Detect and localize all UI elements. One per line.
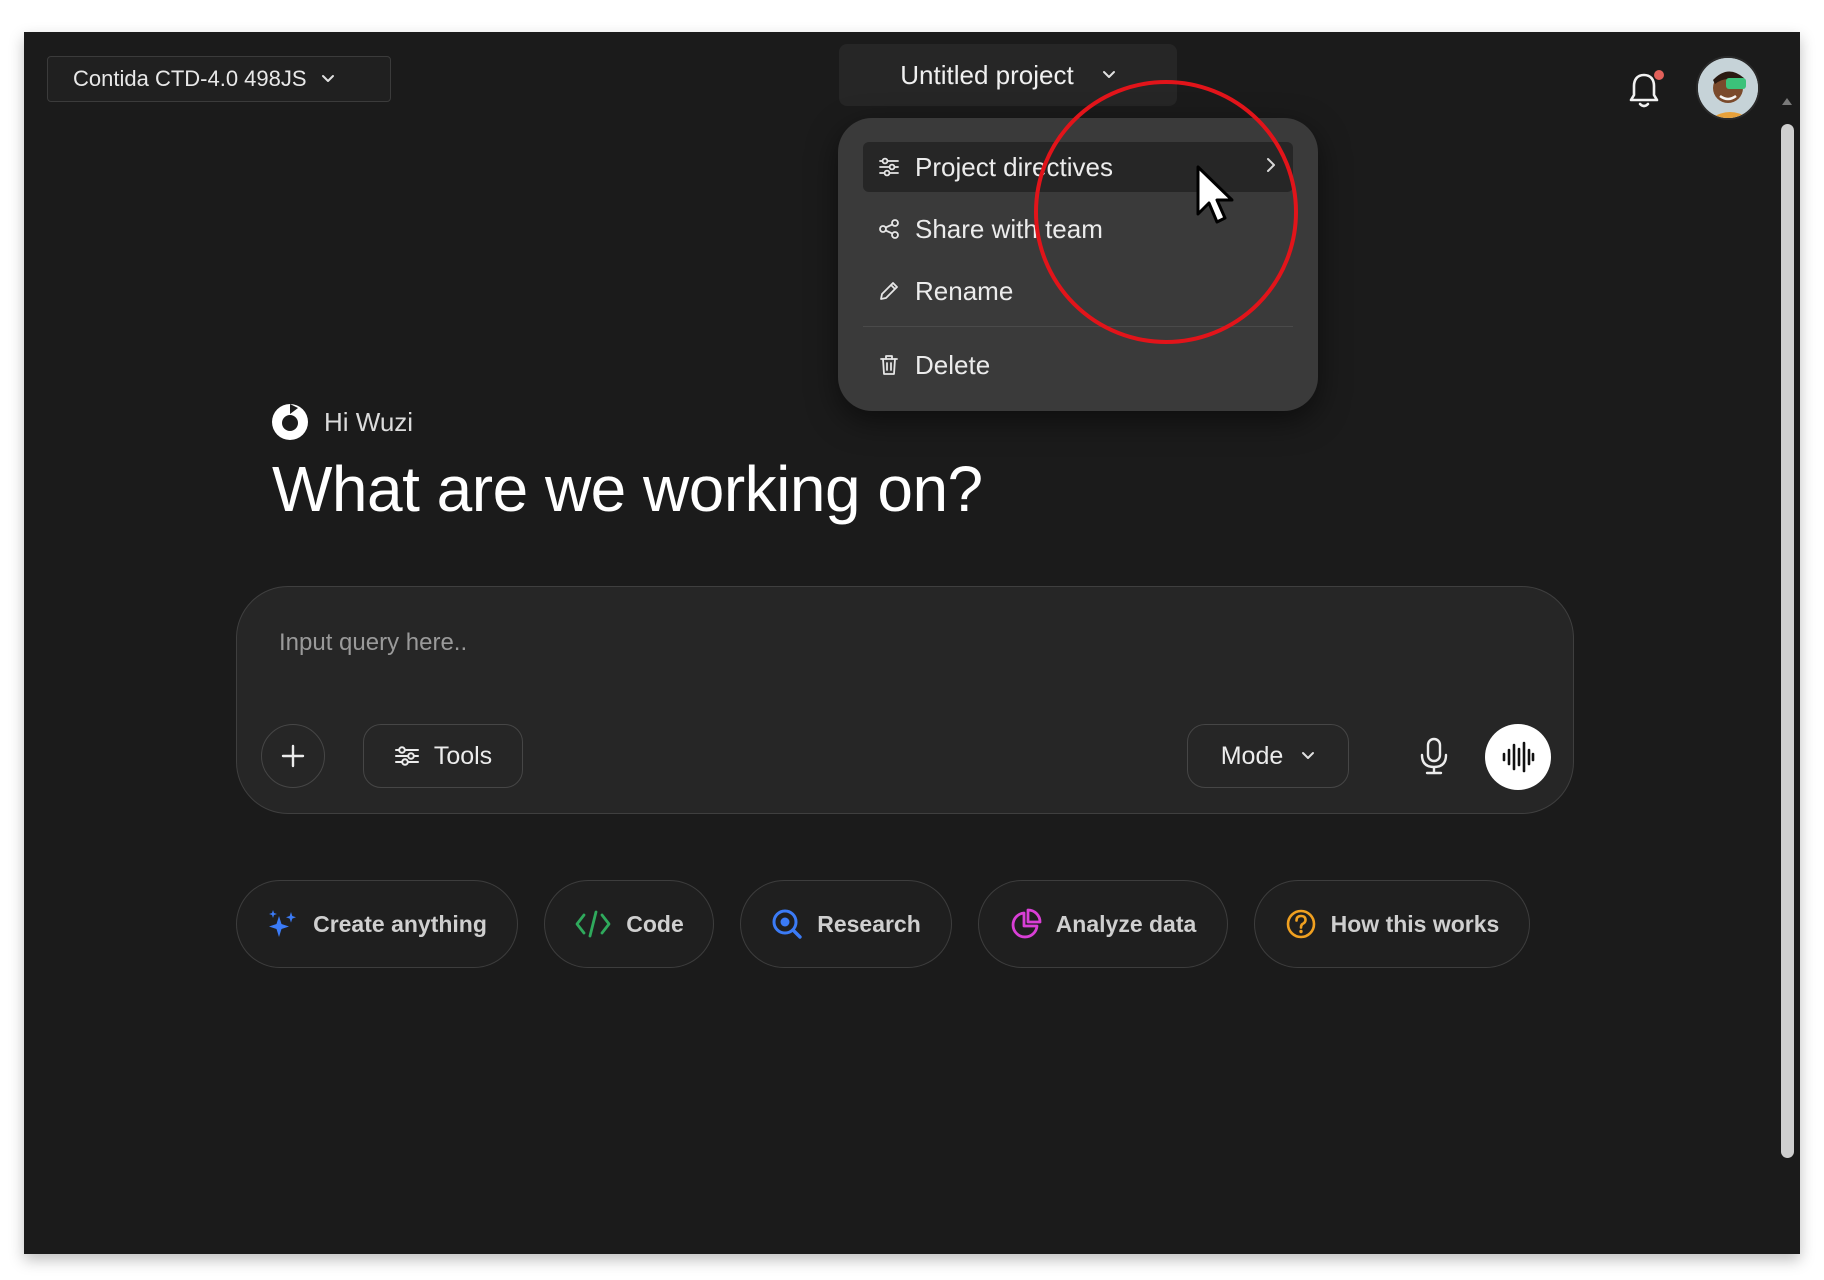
avatar[interactable] xyxy=(1696,56,1760,120)
greeting: Hi Wuzi xyxy=(270,402,413,442)
chevron-down-icon xyxy=(321,75,334,82)
voice-wave-icon xyxy=(1502,741,1535,773)
menu-item-delete[interactable]: Delete xyxy=(863,340,1293,390)
menu-item-label: Delete xyxy=(915,349,991,380)
greeting-text: Hi Wuzi xyxy=(324,406,414,437)
chip-research[interactable]: Research xyxy=(740,880,952,968)
scrollbar-thumb[interactable] xyxy=(1781,124,1794,1158)
app-logo-icon xyxy=(272,404,308,440)
page-title: What are we working on? xyxy=(272,453,983,525)
chip-how-this-works[interactable]: How this works xyxy=(1254,880,1530,968)
sparkle-icon xyxy=(269,910,297,937)
notification-dot xyxy=(1654,70,1664,80)
search-icon xyxy=(772,909,802,939)
chip-analyze-data[interactable]: Analyze data xyxy=(978,880,1228,968)
sliders-icon xyxy=(394,746,419,766)
sliders-icon xyxy=(879,157,899,177)
chip-label: Research xyxy=(817,910,921,937)
chip-label: Code xyxy=(626,910,684,937)
add-attachment-button[interactable] xyxy=(261,724,325,788)
query-composer: Tools Mode xyxy=(236,586,1574,814)
pencil-icon xyxy=(880,282,898,300)
share-icon xyxy=(879,219,899,239)
plus-icon xyxy=(281,744,305,768)
tools-button[interactable]: Tools xyxy=(363,724,523,788)
chip-label: How this works xyxy=(1330,910,1500,937)
annotation-circle xyxy=(1034,80,1298,344)
chevron-down-icon xyxy=(1302,752,1315,759)
project-title: Untitled project xyxy=(900,59,1074,90)
mode-label: Mode xyxy=(1220,741,1284,770)
model-selector[interactable]: Contida CTD-4.0 498JS xyxy=(47,56,391,102)
pointer-cursor-icon xyxy=(1196,165,1234,224)
chip-label: Analyze data xyxy=(1055,910,1197,937)
voice-mode-button[interactable] xyxy=(1485,724,1551,790)
menu-item-label: Rename xyxy=(915,275,1014,306)
tools-label: Tools xyxy=(433,741,493,770)
chip-create-anything[interactable]: Create anything xyxy=(236,880,518,968)
model-selector-label: Contida CTD-4.0 498JS xyxy=(73,66,307,91)
app-window: Contida CTD-4.0 498JS Untitled project P… xyxy=(24,32,1800,1254)
trash-icon xyxy=(880,355,898,375)
code-icon xyxy=(575,910,611,938)
chip-label: Create anything xyxy=(313,910,487,937)
chevron-down-icon xyxy=(1102,71,1115,78)
pie-chart-icon xyxy=(1011,908,1042,939)
microphone-icon xyxy=(1420,737,1448,775)
query-input[interactable] xyxy=(277,623,1377,663)
question-icon xyxy=(1286,909,1315,939)
scroll-up-arrow-icon[interactable] xyxy=(1782,98,1792,105)
user-avatar-icon xyxy=(1698,58,1758,118)
microphone-button[interactable] xyxy=(1409,731,1459,781)
mode-dropdown[interactable]: Mode xyxy=(1187,724,1349,788)
chip-code[interactable]: Code xyxy=(544,880,714,968)
